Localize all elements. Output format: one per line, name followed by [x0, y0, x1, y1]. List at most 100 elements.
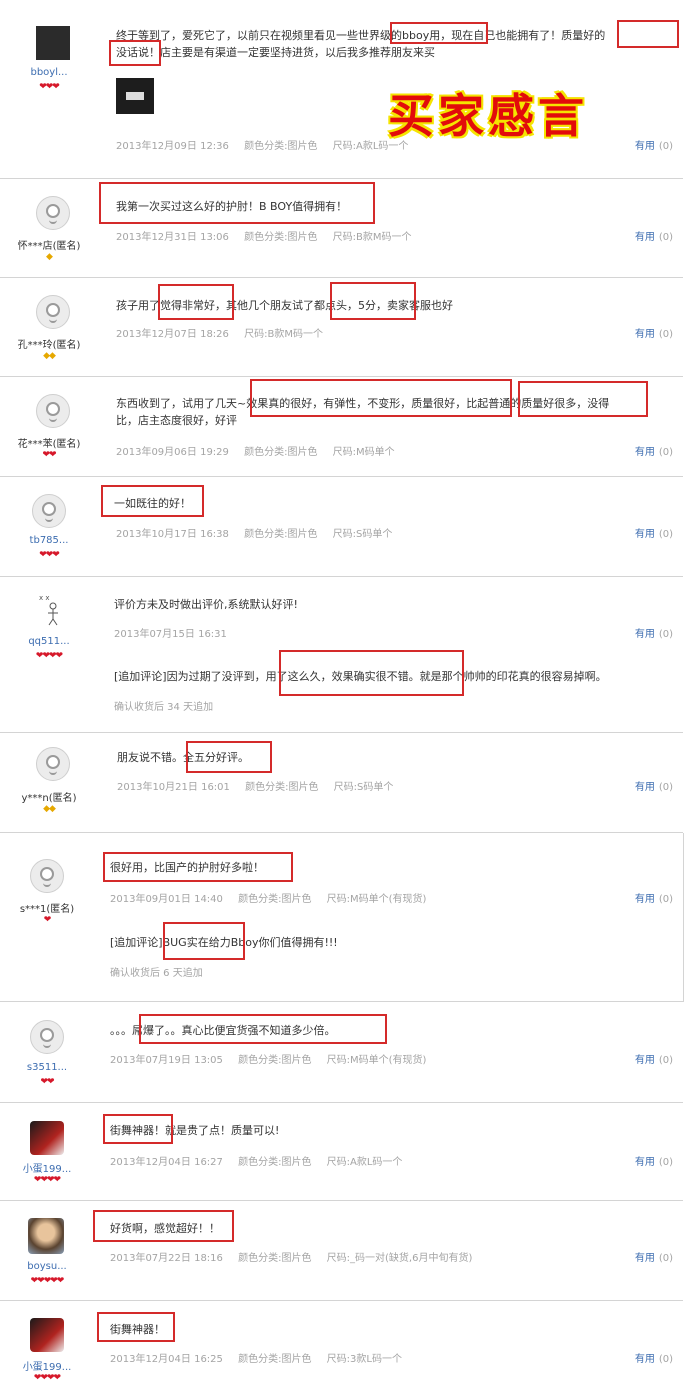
user-name[interactable]: 孔***玲(匿名) — [4, 336, 94, 351]
user-name[interactable]: bboyl... — [4, 67, 94, 78]
review-color: 颜色分类:图片色 — [244, 232, 318, 243]
review-meta: 2013年12月09日 12:36 颜色分类:图片色 尺码:A款L码一个 — [116, 137, 420, 152]
svg-text:x x: x x — [39, 594, 50, 602]
review-size: 尺码:S码单个 — [332, 529, 393, 540]
highlight-box — [103, 852, 293, 882]
user-name[interactable]: 怀***店(匿名) — [4, 237, 94, 252]
useful-label[interactable]: 有用 — [635, 447, 655, 458]
highlight-box — [279, 650, 464, 696]
review-date: 2013年12月04日 16:27 — [110, 1157, 223, 1168]
user-avatar[interactable] — [28, 1218, 64, 1254]
useful-count: (0) — [658, 329, 673, 340]
user-avatar[interactable] — [30, 1020, 64, 1054]
useful-label[interactable]: 有用 — [635, 329, 655, 340]
user-avatar[interactable] — [36, 295, 70, 329]
useful-button[interactable]: 有用 (0) — [635, 137, 673, 152]
review-size: 尺码:A款L码一个 — [326, 1157, 403, 1168]
user-rank-badge: ◆ — [46, 252, 53, 262]
useful-label[interactable]: 有用 — [635, 141, 655, 152]
useful-button[interactable]: 有用 (0) — [635, 228, 673, 243]
user-avatar[interactable] — [32, 494, 66, 528]
useful-label[interactable]: 有用 — [635, 529, 655, 540]
review-text: 评价方未及时做出评价,系统默认好评! — [114, 598, 298, 611]
review-color: 颜色分类:图片色 — [238, 1055, 312, 1066]
highlight-box — [186, 741, 272, 773]
highlight-box — [390, 22, 488, 44]
useful-label[interactable]: 有用 — [635, 1354, 655, 1365]
user-avatar[interactable] — [36, 747, 70, 781]
useful-button[interactable]: 有用 (0) — [635, 1350, 673, 1365]
useful-label[interactable]: 有用 — [635, 232, 655, 243]
useful-label[interactable]: 有用 — [635, 1055, 655, 1066]
user-avatar[interactable] — [36, 394, 70, 428]
useful-button[interactable]: 有用 (0) — [635, 325, 673, 340]
review-date: 2013年12月04日 16:25 — [110, 1354, 223, 1365]
user-avatar[interactable] — [36, 196, 70, 230]
useful-button[interactable]: 有用 (0) — [635, 525, 673, 540]
user-name[interactable]: 花***苯(匿名) — [4, 435, 94, 450]
review-color: 颜色分类:图片色 — [238, 1253, 312, 1264]
appended-review-meta: 确认收货后 34 天追加 — [114, 702, 214, 713]
useful-label[interactable]: 有用 — [635, 1157, 655, 1168]
highlight-box — [109, 40, 161, 66]
useful-button[interactable]: 有用 (0) — [635, 778, 673, 793]
useful-label[interactable]: 有用 — [635, 629, 655, 640]
review-date: 2013年07月19日 13:05 — [110, 1055, 223, 1066]
review-date: 2013年07月15日 16:31 — [114, 629, 227, 640]
review-color: 颜色分类:图片色 — [245, 782, 319, 793]
highlight-box — [139, 1014, 387, 1044]
user-avatar[interactable] — [30, 859, 64, 893]
useful-count: (0) — [658, 232, 673, 243]
user-name[interactable]: y***n(匿名) — [4, 789, 94, 804]
review-size: 尺码:A款L码一个 — [332, 141, 409, 152]
user-name[interactable]: s3511... — [2, 1062, 92, 1073]
useful-button[interactable]: 有用 (0) — [635, 625, 673, 640]
review-meta: 2013年12月04日 16:25 颜色分类:图片色 尺码:3款L码一个 — [110, 1350, 414, 1365]
useful-button[interactable]: 有用 (0) — [635, 890, 673, 905]
user-rank-badge: ◆◆ — [43, 351, 56, 361]
review-size: 尺码:_码一对(缺货,6月中旬有货) — [326, 1253, 473, 1264]
user-rank-badge: ❤❤❤❤ — [35, 651, 63, 661]
highlight-box — [617, 20, 679, 48]
review-item: y***n(匿名) ◆◆ 朋友说不错。全五分好评。 2013年10月21日 16… — [0, 733, 683, 833]
review-date: 2013年09月01日 14:40 — [110, 894, 223, 905]
review-text-cont: 没话说！店主要是有渠道一定要坚持进货，以后我多推荐朋友来买 — [116, 46, 435, 59]
review-meta: 2013年07月15日 16:31 — [114, 625, 239, 640]
useful-label[interactable]: 有用 — [635, 894, 655, 905]
user-name[interactable]: tb785... — [4, 535, 94, 546]
highlight-box — [93, 1210, 234, 1242]
review-meta: 2013年12月07日 18:26 尺码:B款M码一个 — [116, 325, 335, 340]
review-item: 孔***玲(匿名) ◆◆ 孩子用了觉得非常好，其他几个朋友试了都点头，5分，卖家… — [0, 278, 683, 377]
user-name[interactable]: 小蛋199... — [2, 1358, 92, 1373]
review-date: 2013年09月06日 19:29 — [116, 447, 229, 458]
user-avatar[interactable] — [30, 1318, 64, 1352]
user-avatar[interactable] — [30, 1121, 64, 1155]
user-avatar[interactable]: x x — [36, 592, 70, 626]
review-date: 2013年12月31日 13:06 — [116, 232, 229, 243]
useful-button[interactable]: 有用 (0) — [635, 1153, 673, 1168]
useful-button[interactable]: 有用 (0) — [635, 443, 673, 458]
useful-label[interactable]: 有用 — [635, 1253, 655, 1264]
user-name[interactable]: s***1(匿名) — [2, 900, 92, 915]
review-size: 尺码:B款M码一个 — [244, 329, 323, 340]
useful-count: (0) — [658, 782, 673, 793]
user-name[interactable]: qq511... — [4, 636, 94, 647]
review-color: 颜色分类:图片色 — [238, 1354, 312, 1365]
review-item: s3511... ❤❤ 。。。屌爆了。。真心比便宜货强不知道多少倍。 2013年… — [0, 1002, 683, 1103]
useful-count: (0) — [658, 141, 673, 152]
useful-count: (0) — [658, 1354, 673, 1365]
useful-count: (0) — [658, 1157, 673, 1168]
useful-count: (0) — [658, 629, 673, 640]
user-avatar[interactable] — [36, 26, 70, 60]
review-photo-thumbnail[interactable] — [116, 78, 154, 114]
review-item: x x qq511... ❤❤❤❤ 评价方未及时做出评价,系统默认好评! 201… — [0, 577, 683, 733]
review-meta: 2013年12月04日 16:27 颜色分类:图片色 尺码:A款L码一个 — [110, 1153, 414, 1168]
user-rank-badge: ❤❤❤❤ — [33, 1373, 61, 1383]
useful-button[interactable]: 有用 (0) — [635, 1249, 673, 1264]
useful-button[interactable]: 有用 (0) — [635, 1051, 673, 1066]
useful-label[interactable]: 有用 — [635, 782, 655, 793]
user-name[interactable]: 小蛋199... — [2, 1160, 92, 1175]
useful-count: (0) — [658, 529, 673, 540]
review-item: 花***苯(匿名) ❤❤ 东西收到了，试用了几天~效果真的很好，有弹性，不变形，… — [0, 377, 683, 477]
user-name[interactable]: boysu... — [2, 1261, 92, 1272]
